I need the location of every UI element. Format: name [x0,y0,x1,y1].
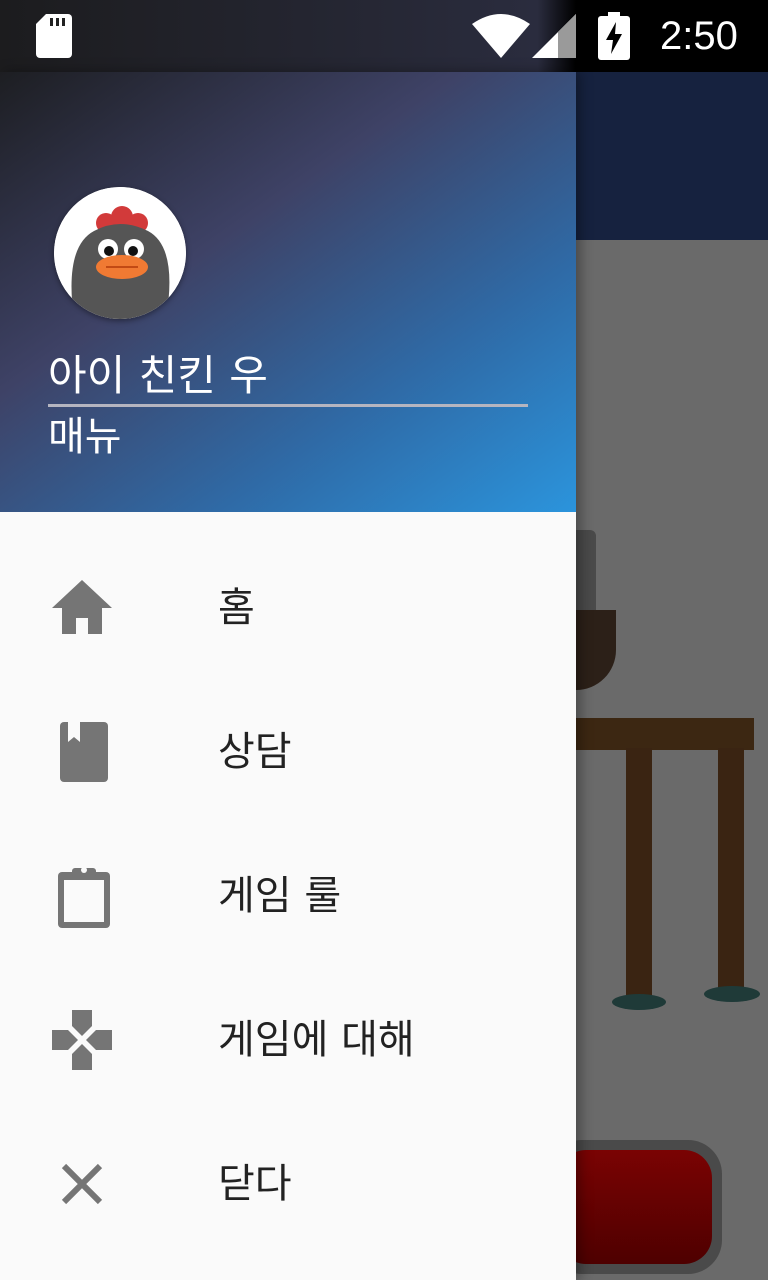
chicken-avatar-icon [54,187,186,319]
close-icon [50,1152,114,1216]
menu-item-close[interactable]: 닫다 [0,1112,576,1256]
menu-item-label: 게임에 대해 [218,1017,415,1063]
menu-item-about-game[interactable]: 게임에 대해 [0,968,576,1112]
drawer-header: 아이 친킨 우 매뉴 [0,72,576,512]
menu-item-label: 닫다 [218,1161,292,1207]
status-bar: 2:50 [0,0,768,72]
battery-charging-icon [598,12,630,64]
menu-item-label: 게임 룰 [218,873,342,919]
menu-item-label: 상담 [218,729,292,775]
home-icon [50,576,114,640]
signal-icon [532,14,576,62]
avatar[interactable] [54,187,186,319]
navigation-drawer: 아이 친킨 우 매뉴 홈 상담 게임 룰 게임에 대해 닫다 [0,72,576,1280]
menu-item-home[interactable]: 홈 [0,536,576,680]
sd-card-icon [36,14,72,62]
wifi-icon [472,14,530,62]
clipboard-icon [50,864,114,928]
menu-item-label: 홈 [218,585,255,631]
status-clock: 2:50 [660,14,738,58]
header-subtitle: 매뉴 [48,414,122,460]
book-icon [50,720,114,784]
menu-item-consult[interactable]: 상담 [0,680,576,824]
header-title: 아이 친킨 우 [48,348,528,407]
drawer-scrim[interactable] [576,72,768,1280]
menu-item-game-rules[interactable]: 게임 룰 [0,824,576,968]
gamepad-icon [50,1008,114,1072]
drawer-menu: 홈 상담 게임 룰 게임에 대해 닫다 [0,512,576,1256]
